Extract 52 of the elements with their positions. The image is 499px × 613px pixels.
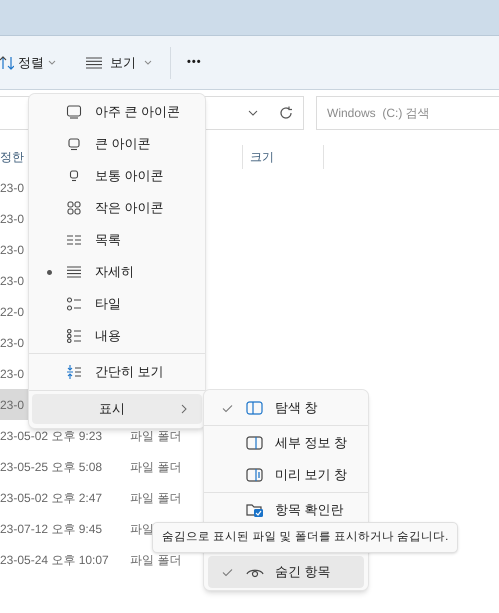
- type-cell-text: 파일 폴더: [130, 490, 182, 506]
- view-button[interactable]: 보기: [82, 46, 156, 78]
- type-cell-text: 파일 폴더: [130, 428, 182, 444]
- menu-item[interactable]: 목록: [32, 224, 202, 256]
- grid-icon: [66, 200, 82, 216]
- date-cell[interactable]: 23-05-25 오후 5:08: [0, 451, 102, 482]
- monitor-icon: [66, 104, 82, 120]
- type-cell-text: 파일 폴더: [130, 458, 182, 476]
- preview-pane-icon: [246, 467, 264, 483]
- pane-icon: [246, 400, 264, 416]
- content-icon: [66, 328, 82, 344]
- menu-item[interactable]: 자세히: [32, 256, 202, 288]
- date-cell[interactable]: 23-0: [0, 265, 24, 296]
- menu-item[interactable]: 아주 큰 아이콘: [32, 96, 202, 128]
- chevron-right-icon: [180, 404, 188, 414]
- date-cell[interactable]: 23-0: [0, 389, 28, 420]
- menu-item[interactable]: 타일: [32, 288, 202, 320]
- date-cell[interactable]: 22-0: [0, 296, 24, 327]
- menu-item[interactable]: 표시: [32, 394, 202, 424]
- tooltip: 숨김으로 표시된 파일 및 폴더를 표시하거나 숨깁니다.: [152, 522, 458, 553]
- menu-item[interactable]: 보통 아이콘: [32, 160, 202, 192]
- date-cell[interactable]: 23-0: [0, 327, 24, 358]
- pane-icon: [246, 435, 264, 451]
- search-field[interactable]: Windows (C:) 검색: [316, 96, 499, 130]
- menu-item[interactable]: 작은 아이콘: [32, 192, 202, 224]
- folder-checkbox-icon: [246, 502, 264, 518]
- sort-button[interactable]: 정렬: [0, 46, 60, 78]
- sort-icon: [0, 56, 14, 70]
- date-cell[interactable]: 23-0: [0, 234, 24, 265]
- date-cell[interactable]: 23-05-24 오후 10:07: [0, 544, 109, 575]
- date-cell[interactable]: 23-0: [0, 203, 24, 234]
- menu-item[interactable]: 큰 아이콘: [32, 128, 202, 160]
- refresh-icon[interactable]: [279, 106, 293, 120]
- type-cell-text: 파일 폴더: [130, 552, 182, 568]
- chevron-icon: [144, 60, 152, 66]
- column-header[interactable]: 크기: [243, 148, 323, 166]
- details-icon: [66, 264, 82, 280]
- date-cell[interactable]: 23-05-02 오후 2:47: [0, 482, 102, 513]
- chevron-icon: [48, 60, 56, 66]
- compact-icon: [66, 364, 82, 380]
- date-cell[interactable]: 23-0: [0, 358, 24, 389]
- tiles-icon: [66, 296, 82, 312]
- monitor-icon: [66, 136, 82, 152]
- menu-item[interactable]: 간단히 보기: [32, 355, 202, 389]
- date-cell[interactable]: 23-0: [0, 172, 24, 203]
- date-cell[interactable]: 23-07-12 오후 9:45: [0, 513, 102, 544]
- details-icon: [86, 56, 102, 68]
- type-cell-text: 파일: [130, 520, 154, 538]
- more-button[interactable]: •••: [183, 46, 206, 78]
- menu-item[interactable]: 숨긴 항목: [208, 556, 364, 588]
- menu-item[interactable]: 내용: [32, 320, 202, 352]
- chevron-icon[interactable]: [247, 109, 259, 117]
